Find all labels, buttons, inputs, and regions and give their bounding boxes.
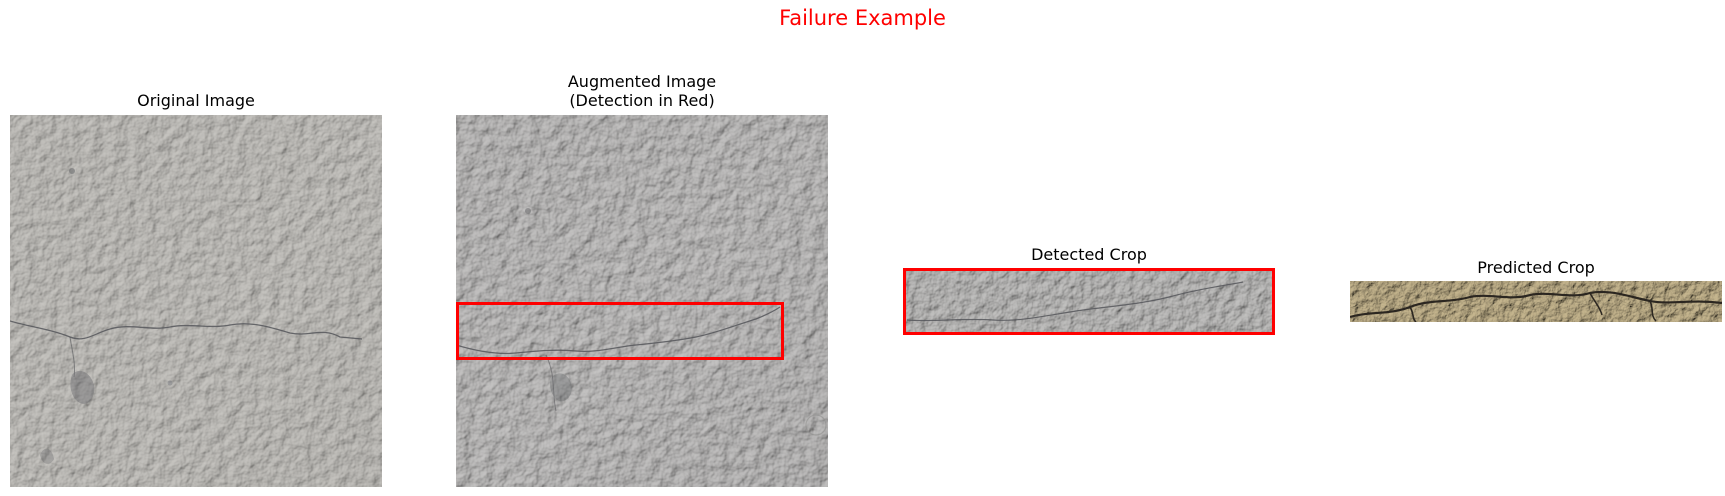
figure-suptitle: Failure Example — [779, 6, 946, 30]
detected-crop-border — [903, 268, 1275, 335]
predicted-crop-title: Predicted Crop — [1477, 258, 1595, 277]
augmented-image-subtitle: (Detection in Red) — [569, 91, 715, 110]
detection-box — [456, 302, 784, 360]
augmented-image — [456, 115, 828, 487]
original-image-title: Original Image — [137, 91, 255, 110]
augmented-image-title: Augmented Image — [567, 72, 717, 91]
detected-crop — [903, 268, 1275, 335]
original-image — [10, 115, 382, 487]
detected-crop-title: Detected Crop — [1031, 245, 1147, 264]
predicted-crop — [1350, 281, 1722, 322]
